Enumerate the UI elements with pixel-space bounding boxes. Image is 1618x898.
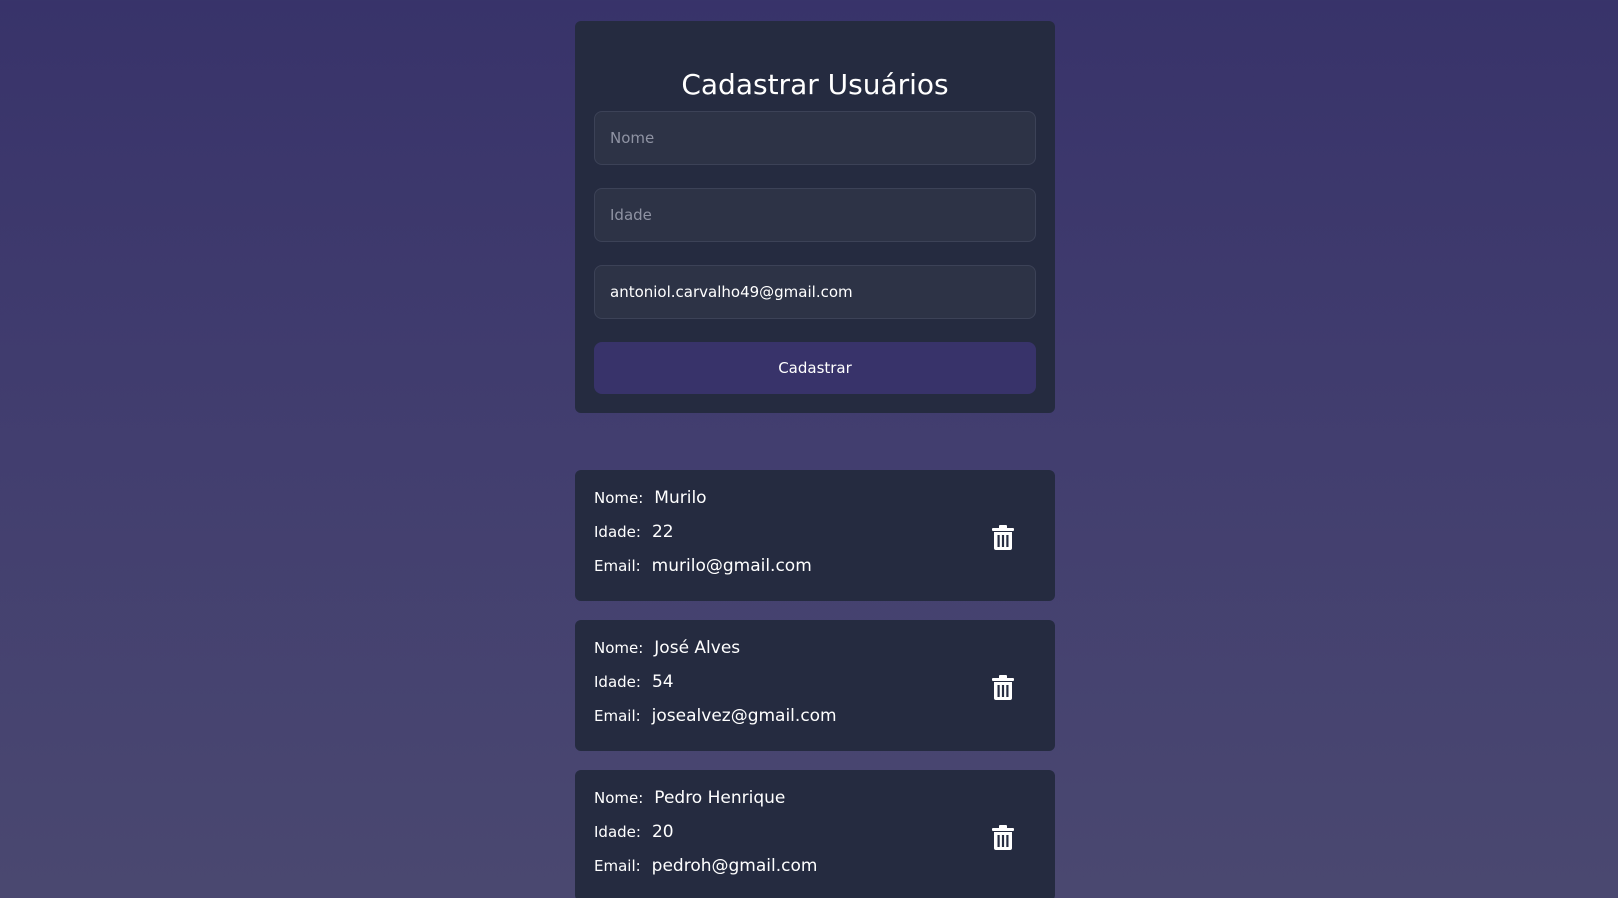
user-nome-row: Nome: José Alves — [594, 638, 740, 662]
idade-input[interactable] — [594, 188, 1036, 242]
idade-label: Idade: — [594, 673, 641, 691]
user-nome: Pedro Henrique — [654, 788, 786, 808]
user-nome: José Alves — [654, 638, 741, 658]
user-nome: Murilo — [654, 488, 707, 508]
nome-label: Nome: — [594, 639, 644, 657]
form-title: Cadastrar Usuários — [681, 68, 949, 101]
nome-input[interactable] — [594, 111, 1036, 165]
nome-label: Nome: — [594, 789, 644, 807]
user-card: Nome: Pedro Henrique Idade: 20 Email: pe… — [575, 770, 1055, 898]
trash-icon — [992, 825, 1014, 850]
user-idade-row: Idade: 20 — [594, 822, 674, 846]
user-idade: 20 — [651, 822, 674, 842]
idade-label: Idade: — [594, 823, 641, 841]
email-label: Email: — [594, 707, 641, 725]
trash-icon — [992, 525, 1014, 550]
delete-user-button[interactable] — [991, 674, 1015, 700]
user-email-row: Email: pedroh@gmail.com — [594, 856, 817, 880]
email-label: Email: — [594, 857, 641, 875]
user-card: Nome: Murilo Idade: 22 Email: murilo@gma… — [575, 470, 1055, 601]
user-email: josealvez@gmail.com — [651, 706, 837, 726]
user-email-row: Email: josealvez@gmail.com — [594, 706, 837, 730]
user-idade: 54 — [651, 672, 674, 692]
user-card: Nome: José Alves Idade: 54 Email: joseal… — [575, 620, 1055, 751]
nome-label: Nome: — [594, 489, 644, 507]
email-input[interactable] — [594, 265, 1036, 319]
user-nome-row: Nome: Pedro Henrique — [594, 788, 785, 812]
cadastrar-button[interactable]: Cadastrar — [594, 342, 1036, 394]
trash-icon — [992, 675, 1014, 700]
user-nome-row: Nome: Murilo — [594, 488, 707, 512]
idade-label: Idade: — [594, 523, 641, 541]
email-label: Email: — [594, 557, 641, 575]
delete-user-button[interactable] — [991, 824, 1015, 850]
user-form: Cadastrar Usuários Cadastrar — [575, 21, 1055, 413]
user-idade: 22 — [651, 522, 674, 542]
user-email: murilo@gmail.com — [651, 556, 812, 576]
user-idade-row: Idade: 54 — [594, 672, 674, 696]
user-email-row: Email: murilo@gmail.com — [594, 556, 812, 580]
user-email: pedroh@gmail.com — [651, 856, 818, 876]
user-idade-row: Idade: 22 — [594, 522, 674, 546]
delete-user-button[interactable] — [991, 524, 1015, 550]
